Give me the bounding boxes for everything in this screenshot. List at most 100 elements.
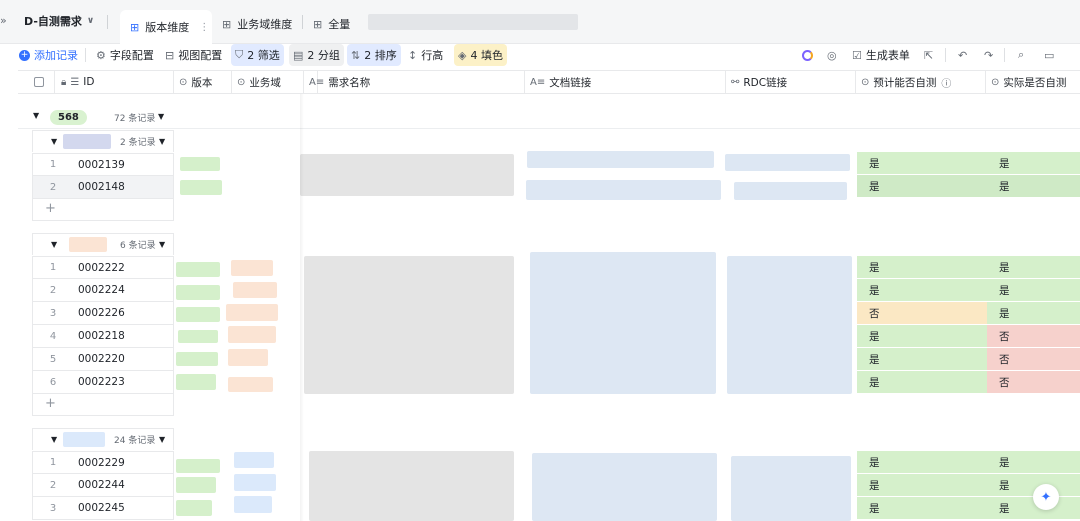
ai-assistant-button[interactable]: ✦ — [1033, 484, 1059, 510]
group-button[interactable]: ▤ 2 分组 — [289, 44, 344, 66]
table-row[interactable]: 2 0002224 — [32, 279, 174, 302]
caret-down-icon[interactable]: ▼ — [159, 137, 165, 146]
subgroup-header[interactable]: ▼ 6 条记录 ▼ — [32, 233, 174, 255]
actual-self-test-cell[interactable]: 是 — [987, 256, 1080, 278]
share-icon[interactable]: ⇱ — [924, 44, 933, 66]
sort-button[interactable]: ⇅ 2 排序 — [347, 44, 401, 66]
expected-self-test-cell[interactable]: 是 — [857, 325, 987, 347]
table-row[interactable]: 1 0002139 — [32, 153, 174, 176]
table-row[interactable]: 4 0002218 — [32, 325, 174, 348]
expected-self-test-cell[interactable]: 是 — [857, 371, 987, 393]
group-record-count: 72 条记录 — [114, 114, 156, 124]
tab-all[interactable]: ⊞ 全量 — [313, 16, 350, 32]
comment-icon[interactable]: ▭ — [1044, 44, 1054, 66]
row-number: 4 — [49, 330, 57, 342]
table-row[interactable]: 1 0002222 — [32, 256, 174, 279]
expected-self-test-cell[interactable]: 是 — [857, 497, 987, 519]
table-row[interactable]: 3 0002245 — [32, 497, 174, 520]
table-icon: ⊞ — [313, 17, 323, 31]
actual-self-test-cell[interactable]: 否 — [987, 371, 1080, 393]
redacted-version-tag — [176, 307, 220, 322]
table-row[interactable]: 1 0002229 — [32, 451, 174, 474]
actual-self-test-cell[interactable]: 否 — [987, 325, 1080, 347]
info-icon[interactable]: ⓘ — [941, 75, 951, 90]
subgroup-header[interactable]: ▼ 2 条记录 ▼ — [32, 130, 174, 152]
option-tag: 是 — [869, 330, 880, 343]
caret-down-icon[interactable]: ▼ — [51, 240, 57, 249]
filter-icon: ⛉ — [235, 48, 244, 61]
expected-self-test-cell[interactable]: 是 — [857, 279, 987, 301]
caret-down-icon[interactable]: ▼ — [158, 112, 164, 121]
column-header-id[interactable]: 🔒︎ ☰ ID — [55, 71, 174, 93]
table-row[interactable]: 2 0002148 — [32, 176, 174, 199]
column-header-doc-link[interactable]: A≡ 文档链接 — [525, 71, 726, 93]
expected-self-test-cell[interactable]: 是 — [857, 474, 987, 496]
caret-down-icon[interactable]: ▼ — [51, 137, 57, 146]
actual-self-test-cell[interactable]: 是 — [987, 302, 1080, 324]
expected-self-test-cell[interactable]: 是 — [857, 175, 987, 197]
search-icon[interactable]: ◎ — [827, 44, 837, 66]
view-dropdown[interactable]: D-自测需求 ∨ — [24, 13, 94, 29]
undo-icon[interactable]: ↶ — [958, 44, 967, 66]
actual-self-test-cell[interactable]: 否 — [987, 348, 1080, 370]
redacted-domain-tag — [234, 496, 272, 513]
actual-self-test-cell[interactable]: 是 — [987, 451, 1080, 473]
record-id: 0002226 — [78, 307, 125, 319]
actual-self-test-cell[interactable]: 是 — [987, 152, 1080, 174]
tab-domain-dimension[interactable]: ⊞ 业务域维度 — [222, 16, 292, 32]
table-row[interactable]: 3 0002226 — [32, 302, 174, 325]
column-label: 文档链接 — [549, 76, 592, 89]
actual-self-test-cell[interactable]: 是 — [987, 175, 1080, 197]
plus-circle-icon: + — [19, 49, 30, 61]
expected-self-test-cell[interactable]: 是 — [857, 152, 987, 174]
table-row[interactable]: 2 0002244 — [32, 474, 174, 497]
divider — [302, 15, 303, 29]
fill-color-button[interactable]: ◈ 4 填色 — [454, 44, 507, 66]
column-header-rdc-link[interactable]: ⚯ RDC链接 — [726, 71, 856, 93]
column-label: 需求名称 — [328, 76, 371, 89]
column-header-version[interactable]: ⊙ 版本 — [174, 71, 232, 93]
table-row[interactable]: 5 0002220 — [32, 348, 174, 371]
column-label: 版本 — [191, 76, 213, 89]
lock-icon: 🔒︎ — [61, 76, 67, 88]
view-settings-icon: ⊟ — [165, 48, 175, 62]
option-tag: 否 — [869, 307, 880, 320]
column-header-requirement-name[interactable]: A≡ 需求名称 — [303, 71, 525, 93]
row-height-button[interactable]: ↕ 行高 — [408, 44, 443, 66]
caret-down-icon[interactable]: ▼ — [51, 435, 57, 444]
sidebar-toggle-button[interactable]: » — [0, 14, 12, 27]
more-icon[interactable]: ⋮ — [199, 22, 209, 33]
option-tag: 是 — [999, 307, 1010, 320]
subgroup-header[interactable]: ▼ 24 条记录 ▼ — [32, 428, 174, 450]
caret-down-icon[interactable]: ▼ — [159, 240, 165, 249]
tab-label: 业务域维度 — [237, 18, 293, 31]
expected-self-test-cell[interactable]: 是 — [857, 256, 987, 278]
caret-down-icon[interactable]: ▼ — [159, 435, 165, 444]
column-header-expected-self-test[interactable]: ⊙ 预计能否自测 ⓘ — [856, 71, 986, 93]
ai-icon[interactable] — [802, 44, 813, 66]
generate-form-button[interactable]: ☑ 生成表单 — [852, 44, 910, 66]
find-icon[interactable]: ⌕ — [1018, 44, 1024, 66]
caret-down-icon[interactable]: ▼ — [33, 111, 39, 120]
generate-form-label: 生成表单 — [865, 49, 910, 62]
chevron-down-icon: ∨ — [86, 16, 95, 26]
expected-self-test-cell[interactable]: 否 — [857, 302, 987, 324]
add-row-button[interactable]: + — [32, 394, 174, 416]
divider — [107, 15, 108, 29]
actual-self-test-cell[interactable]: 是 — [987, 279, 1080, 301]
table-row[interactable]: 6 0002223 — [32, 371, 174, 394]
record-id: 0002244 — [78, 479, 125, 491]
field-config-button[interactable]: ⚙ 字段配置 — [96, 44, 154, 66]
expected-self-test-cell[interactable]: 是 — [857, 451, 987, 473]
filter-button[interactable]: ⛉ 2 筛选 — [231, 44, 284, 66]
tab-version-dimension[interactable]: ⊞ 版本维度 ⋮ — [120, 10, 212, 44]
expected-self-test-cell[interactable]: 是 — [857, 348, 987, 370]
view-config-button[interactable]: ⊟ 视图配置 — [165, 44, 222, 66]
group-header-version[interactable]: ▼ 568 72 条记录 ▼ — [18, 106, 1080, 128]
select-all-checkbox[interactable] — [18, 71, 55, 93]
column-header-actual-self-test[interactable]: ⊙ 实际是否自测 — [986, 71, 1080, 93]
add-row-button[interactable]: + — [32, 199, 174, 221]
add-record-button[interactable]: + 添加记录 — [19, 44, 78, 66]
record-id: 0002148 — [78, 181, 125, 193]
redo-icon[interactable]: ↷ — [984, 44, 993, 66]
